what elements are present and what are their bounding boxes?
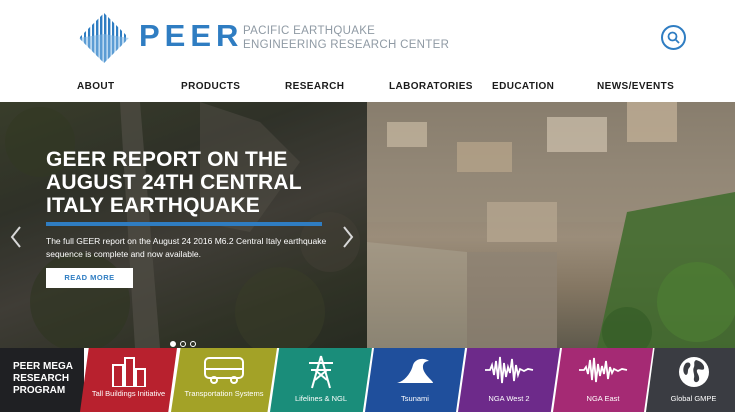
read-more-button[interactable]: READ MORE xyxy=(46,268,133,288)
program-tile-transportation[interactable]: Transportation Systems xyxy=(171,348,277,412)
nav-item-education[interactable]: EDUCATION xyxy=(492,81,554,92)
program-label-nga-east: NGA East xyxy=(586,394,620,403)
hero-image-collapsed-town xyxy=(367,102,735,348)
carousel-dot-3[interactable] xyxy=(190,341,196,347)
power-tower-icon xyxy=(309,355,333,389)
wave-icon xyxy=(397,358,433,383)
peer-logo-icon[interactable] xyxy=(78,12,130,64)
nav-item-news-events[interactable]: NEWS/EVENTS xyxy=(597,81,674,92)
program-tile-nga-east[interactable]: NGA East xyxy=(553,348,653,412)
bus-icon xyxy=(204,357,244,384)
program-tile-lifelines[interactable]: Lifelines & NGL xyxy=(270,348,372,412)
carousel-dot-2[interactable] xyxy=(180,341,186,347)
nav-item-laboratories[interactable]: LABORATORIES xyxy=(389,81,473,92)
hero-accent-bar xyxy=(46,222,322,226)
program-tile-nga-west-2[interactable]: NGA West 2 xyxy=(458,348,560,412)
mega-program-panel: PEER MEGA RESEARCH PROGRAM xyxy=(0,348,84,412)
nav-item-research[interactable]: RESEARCH xyxy=(285,81,344,92)
org-line-1: PACIFIC EARTHQUAKE xyxy=(243,25,376,37)
main-nav: ABOUT PRODUCTS RESEARCH LABORATORIES EDU… xyxy=(0,72,735,102)
search-button[interactable] xyxy=(661,25,686,50)
org-line-2: ENGINEERING RESEARCH CENTER xyxy=(243,39,450,51)
program-tile-tall-buildings[interactable]: Tall Buildings Initiative xyxy=(80,348,177,412)
brand-name[interactable]: PEER xyxy=(139,20,243,52)
carousel-prev-icon[interactable] xyxy=(8,225,24,249)
hero-title: GEER REPORT ON THE AUGUST 24TH CENTRAL I… xyxy=(46,148,302,217)
tall-buildings-icon xyxy=(111,357,146,387)
program-tile-tsunami[interactable]: Tsunami xyxy=(365,348,465,412)
program-label-tsunami: Tsunami xyxy=(401,394,429,403)
program-label-lifelines: Lifelines & NGL xyxy=(294,394,348,403)
program-label-transportation: Transportation Systems xyxy=(184,389,264,398)
search-icon xyxy=(667,31,680,44)
hero-carousel: GEER REPORT ON THE AUGUST 24TH CENTRAL I… xyxy=(0,102,735,348)
seismogram-icon xyxy=(579,357,628,383)
nav-item-products[interactable]: PRODUCTS xyxy=(181,81,240,92)
site-header: PEER PACIFIC EARTHQUAKE ENGINEERING RESE… xyxy=(0,0,735,72)
carousel-next-icon[interactable] xyxy=(340,225,356,249)
program-label-nga-west-2: NGA West 2 xyxy=(488,394,530,403)
hero-right-texture xyxy=(367,102,735,348)
hero-description: The full GEER report on the August 24 20… xyxy=(46,236,327,259)
program-label-tall-buildings: Tall Buildings Initiative xyxy=(91,389,166,398)
seismogram-icon xyxy=(485,356,534,384)
mega-program-label: PEER MEGA RESEARCH PROGRAM xyxy=(13,361,73,396)
research-programs-strip: PEER MEGA RESEARCH PROGRAM Tall Building… xyxy=(0,348,735,412)
carousel-dots xyxy=(170,334,200,348)
organization-name: PACIFIC EARTHQUAKE ENGINEERING RESEARCH … xyxy=(243,24,449,52)
carousel-dot-1[interactable] xyxy=(170,341,176,347)
program-label-global-gmpe: Global GMPE xyxy=(670,394,717,403)
nav-item-about[interactable]: ABOUT xyxy=(77,81,115,92)
globe-icon xyxy=(678,357,709,387)
program-tile-global-gmpe[interactable]: Global GMPE xyxy=(646,348,735,412)
